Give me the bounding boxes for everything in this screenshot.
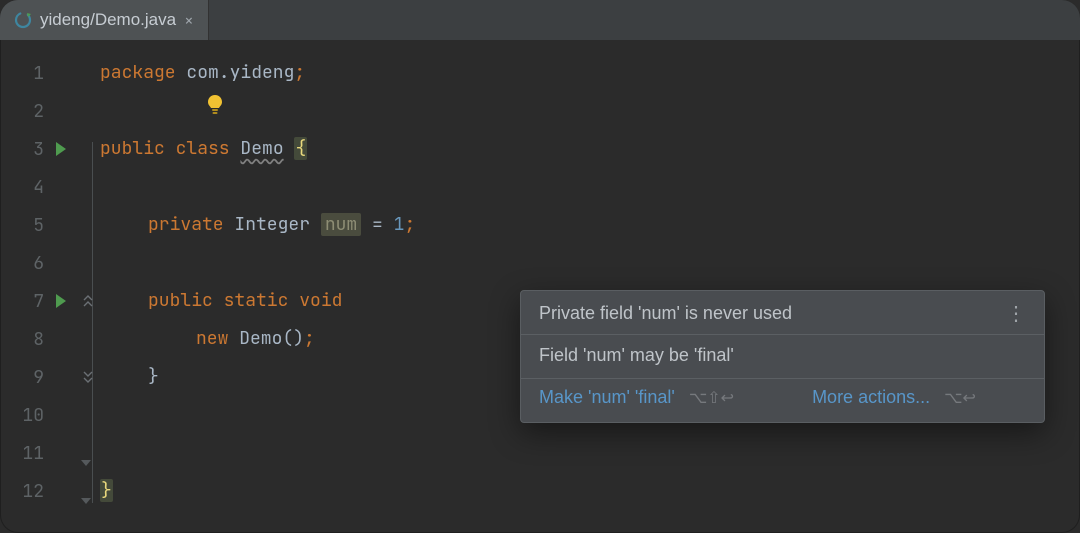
gutter-line: 7: [0, 282, 100, 320]
gutter-line: 2: [0, 92, 100, 130]
fold-start-icon[interactable]: [82, 295, 94, 307]
gutter-line: 8: [0, 320, 100, 358]
gutter-line: 4: [0, 168, 100, 206]
more-actions-link[interactable]: More actions...: [812, 387, 930, 408]
inspection-warning[interactable]: Field 'num' may be 'final': [521, 335, 1044, 378]
gutter-line: 5: [0, 206, 100, 244]
editor: 1 2 3 4 5 6 7 8 9 10 11 12: [0, 40, 1080, 533]
code-line: [100, 434, 1080, 472]
code-line: [100, 244, 1080, 282]
gutter-line: 10: [0, 396, 100, 434]
code-line: [100, 168, 1080, 206]
code-line: package com.yideng;: [100, 54, 1080, 92]
code-line: public class Demo {: [100, 130, 1080, 168]
code-line: private Integer num = 1;: [100, 206, 1080, 244]
inspection-actions: Make 'num' 'final' ⌥⇧↩ More actions... ⌥…: [521, 378, 1044, 418]
inspection-warning[interactable]: Private field 'num' is never used ⋮: [521, 291, 1044, 335]
shortcut-hint: ⌥↩: [944, 388, 976, 408]
shortcut-hint: ⌥⇧↩: [689, 388, 734, 408]
inspection-popup: Private field 'num' is never used ⋮ Fiel…: [520, 290, 1045, 423]
inspection-warning-text: Private field 'num' is never used: [539, 303, 792, 324]
collapse-tri-icon[interactable]: [81, 460, 91, 466]
java-class-icon: [14, 11, 32, 29]
gutter-line: 3: [0, 130, 100, 168]
tab-label: yideng/Demo.java: [40, 10, 176, 30]
highlighted-field-num[interactable]: num: [321, 213, 361, 236]
quickfix-make-final[interactable]: Make 'num' 'final': [539, 387, 675, 408]
popup-more-icon[interactable]: ⋮: [1006, 301, 1028, 326]
tab-bar: yideng/Demo.java ×: [0, 0, 1080, 40]
tab-demo-java[interactable]: yideng/Demo.java ×: [0, 0, 209, 40]
code-line: }: [100, 472, 1080, 510]
gutter-line: 12: [0, 472, 100, 510]
run-gutter-icon[interactable]: [56, 142, 66, 156]
inspection-warning-text: Field 'num' may be 'final': [539, 345, 734, 366]
gutter-line: 1: [0, 54, 100, 92]
gutter-line: 11: [0, 434, 100, 472]
run-gutter-icon[interactable]: [56, 294, 66, 308]
intention-bulb-row: [100, 92, 1080, 130]
fold-end-icon[interactable]: [82, 371, 94, 383]
code-area[interactable]: package com.yideng; public class Demo { …: [100, 50, 1080, 533]
gutter-line: 6: [0, 244, 100, 282]
tab-close-icon[interactable]: ×: [184, 10, 194, 31]
collapse-tri-icon[interactable]: [81, 498, 91, 504]
gutter: 1 2 3 4 5 6 7 8 9 10 11 12: [0, 50, 100, 533]
gutter-line: 9: [0, 358, 100, 396]
